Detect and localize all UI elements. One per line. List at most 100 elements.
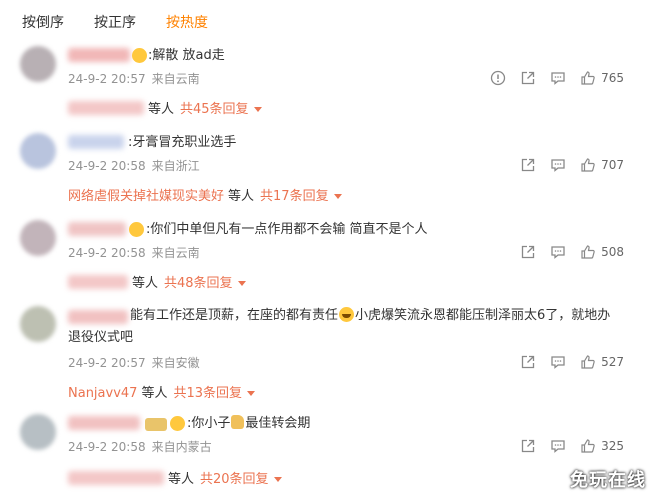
crown-badge-icon xyxy=(129,222,144,237)
sort-bar: 按倒序 按正序 按热度 xyxy=(0,0,654,40)
comment-meta: 24-9-2 20:58 来自浙江 xyxy=(68,157,200,174)
comment-icon xyxy=(551,159,565,172)
like-button[interactable]: 707 xyxy=(580,157,624,173)
comment-meta: 24-9-2 20:57 来自安徽 xyxy=(68,354,200,371)
reply-button[interactable] xyxy=(550,157,566,173)
username-blurred[interactable] xyxy=(68,222,126,236)
reply-total-link[interactable]: 共48条回复 xyxy=(164,276,233,291)
comment-icon xyxy=(551,356,565,369)
like-button[interactable]: 508 xyxy=(580,244,624,260)
share-icon xyxy=(521,158,535,172)
like-count: 765 xyxy=(601,71,624,85)
reply-user-blurred[interactable] xyxy=(68,471,164,485)
reply-button[interactable] xyxy=(550,244,566,260)
level-badge-icon xyxy=(145,418,167,431)
reply-total-link[interactable]: 共20条回复 xyxy=(200,472,269,487)
sort-tab-hot[interactable]: 按热度 xyxy=(166,12,208,32)
sort-tab-descending[interactable]: 按倒序 xyxy=(22,12,64,32)
like-button[interactable]: 765 xyxy=(580,70,624,86)
share-button[interactable] xyxy=(520,70,536,86)
comment-text: 能有工作还是顶薪，在座的都有责任 小虎爆笑流永恩都能压制泽丽太6了，就地办 退役仪式… xyxy=(68,307,611,345)
chevron-down-icon xyxy=(253,107,262,112)
comment-date: 24-9-2 20:57 xyxy=(68,356,146,370)
sort-tab-ascending[interactable]: 按正序 xyxy=(94,12,136,32)
comment-meta: 24-9-2 20:58 来自云南 xyxy=(68,244,200,261)
reply-button[interactable] xyxy=(550,438,566,454)
comment-source: 来自云南 xyxy=(151,72,200,86)
reply-total-link[interactable]: 共17条回复 xyxy=(260,189,329,204)
reply-total-link[interactable]: 共13条回复 xyxy=(173,386,242,401)
share-button[interactable] xyxy=(520,438,536,454)
chevron-down-icon xyxy=(247,391,255,396)
reply-summary: 等人 共48条回复 xyxy=(68,272,246,291)
comment-source: 来自内蒙古 xyxy=(151,440,212,454)
username-blurred[interactable] xyxy=(68,135,124,149)
share-button[interactable] xyxy=(520,354,536,370)
reply-summary: 等人 共45条回复 xyxy=(68,98,262,117)
like-button[interactable]: 325 xyxy=(580,438,624,454)
username-blurred[interactable] xyxy=(68,48,130,62)
reply-summary: 等人 共20条回复 xyxy=(68,468,282,487)
reply-user-blurred[interactable] xyxy=(68,275,128,289)
report-button[interactable] xyxy=(490,70,506,86)
comment-item: :牙膏冒充职业选手 24-9-2 20:58 来自浙江 707 网络虐假关掉社媒现… xyxy=(0,131,654,211)
comment-item: :你们中单但凡有一点作用都不会输 简直不是个人 24-9-2 20:58 来自云南… xyxy=(0,218,654,298)
like-icon xyxy=(581,71,595,85)
share-button[interactable] xyxy=(520,244,536,260)
chevron-down-icon xyxy=(273,477,282,482)
reply-user-link[interactable]: Nanjavv47 xyxy=(68,386,137,401)
comment-icon xyxy=(551,72,565,85)
avatar[interactable] xyxy=(20,220,56,256)
comment-text: :你们中单但凡有一点作用都不会输 简直不是个人 xyxy=(146,222,428,237)
comment-date: 24-9-2 20:57 xyxy=(68,72,146,86)
avatar[interactable] xyxy=(20,46,56,82)
share-button[interactable] xyxy=(520,157,536,173)
comment-date: 24-9-2 20:58 xyxy=(68,440,146,454)
comment-item: :解散 放ad走 24-9-2 20:57 来自云南 765 等人 共45条回复 xyxy=(0,44,654,124)
reply-user-blurred[interactable] xyxy=(68,101,144,115)
comment-date: 24-9-2 20:58 xyxy=(68,159,146,173)
chevron-down-icon xyxy=(333,194,342,199)
share-icon xyxy=(521,439,535,453)
avatar[interactable] xyxy=(20,414,56,450)
like-count: 707 xyxy=(601,158,624,172)
reply-user-link[interactable]: 网络虐假关掉社媒现实美好 xyxy=(68,189,224,204)
comment-text: :牙膏冒充职业选手 xyxy=(128,135,237,150)
avatar[interactable] xyxy=(20,306,56,342)
report-icon xyxy=(490,70,506,86)
thumbs-up-emoji-icon xyxy=(231,415,245,429)
comment-text: :你小子 最佳转会期 xyxy=(187,415,311,431)
username-blurred[interactable] xyxy=(68,416,140,430)
reply-button[interactable] xyxy=(550,354,566,370)
like-count: 508 xyxy=(601,245,624,259)
comment-meta: 24-9-2 20:58 来自内蒙古 xyxy=(68,438,212,455)
comment-actions: 707 xyxy=(506,156,624,174)
crown-badge-icon xyxy=(170,416,185,431)
comment-date: 24-9-2 20:58 xyxy=(68,246,146,260)
comment-item: :你小子 最佳转会期 24-9-2 20:58 来自内蒙古 325 等人 共20条回复 xyxy=(0,412,654,492)
comment-meta: 24-9-2 20:57 来自云南 xyxy=(68,70,200,87)
reply-total-link[interactable]: 共45条回复 xyxy=(180,102,249,117)
watermark: 免玩在线 xyxy=(570,470,646,491)
comment-text: :解散 放ad走 xyxy=(148,48,225,63)
comment-actions: 508 xyxy=(506,243,624,261)
share-icon xyxy=(521,355,535,369)
comment-actions: 765 xyxy=(476,69,624,87)
comment-item: 能有工作还是顶薪，在座的都有责任 小虎爆笑流永恩都能压制泽丽太6了，就地办 退役仪式… xyxy=(0,304,654,404)
comment-actions: 325 xyxy=(506,437,624,455)
like-count: 325 xyxy=(601,439,624,453)
crown-badge-icon xyxy=(132,48,147,63)
comment-icon xyxy=(551,440,565,453)
like-icon xyxy=(581,355,595,369)
like-count: 527 xyxy=(601,355,624,369)
chevron-down-icon xyxy=(237,281,246,286)
laugh-emoji-icon xyxy=(339,307,355,322)
avatar[interactable] xyxy=(20,133,56,169)
like-icon xyxy=(581,158,595,172)
reply-summary: 网络虐假关掉社媒现实美好 等人 共17条回复 xyxy=(68,185,342,204)
reply-button[interactable] xyxy=(550,70,566,86)
like-icon xyxy=(581,245,595,259)
share-icon xyxy=(521,245,535,259)
reply-summary: Nanjavv47 等人 共13条回复 xyxy=(68,382,255,401)
like-button[interactable]: 527 xyxy=(580,354,624,370)
